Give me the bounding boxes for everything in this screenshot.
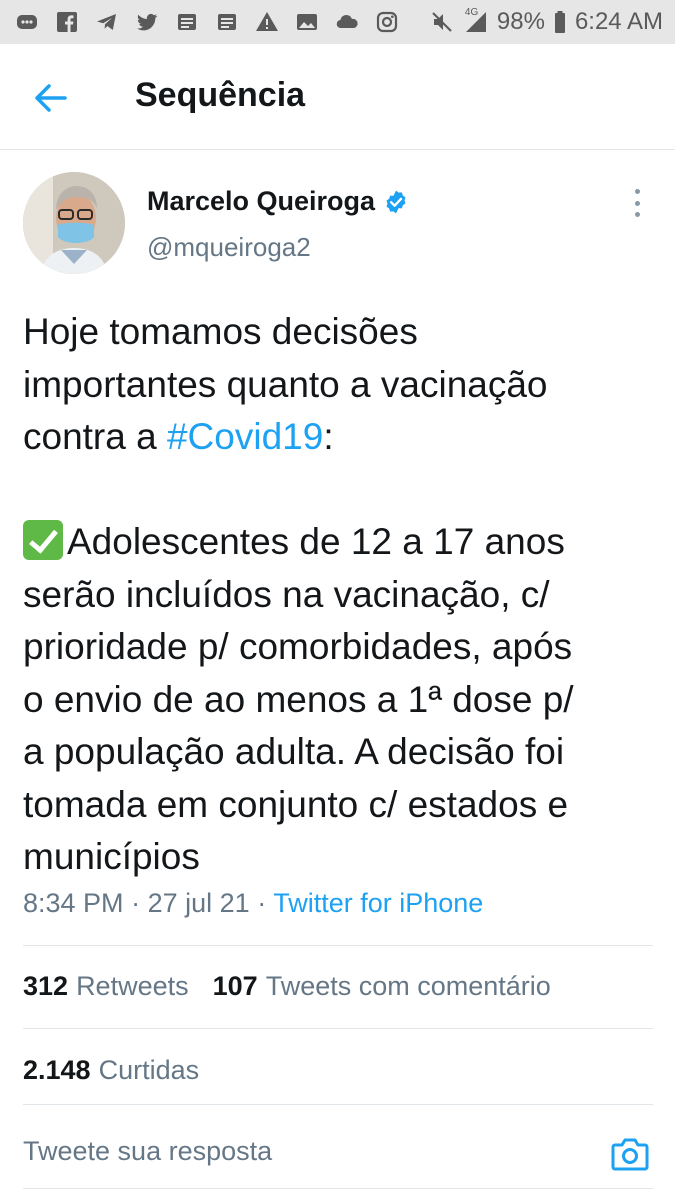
engagement-stats: 312 Retweets 107 Tweets com comentário: [23, 971, 551, 1002]
battery-icon: [553, 9, 567, 35]
thread-header: Sequência: [0, 44, 675, 150]
divider: [23, 945, 653, 946]
tweet-line: Hoje tomamos decisões: [23, 311, 418, 352]
more-dot: [634, 189, 640, 194]
page-title: Sequência: [135, 76, 306, 114]
more-dot: [634, 200, 640, 206]
tweet-text: Hoje tomamos decisões importantes quanto…: [23, 306, 653, 884]
quote-tweets-label: Tweets com comentário: [265, 971, 551, 1001]
twitter-icon: [134, 9, 160, 35]
meta-separator: ·: [131, 888, 141, 918]
image-icon: [294, 9, 320, 35]
camera-button[interactable]: [610, 1133, 650, 1173]
quote-tweets-count: 107: [212, 971, 258, 1001]
likes-label: Curtidas: [98, 1055, 200, 1085]
likes-stat[interactable]: 2.148 Curtidas: [23, 1055, 199, 1086]
check-mark-icon: [23, 520, 63, 560]
tweet-date: 27 jul 21: [147, 888, 250, 918]
tweet-text-segment: contra a: [23, 416, 167, 457]
back-arrow-icon: [35, 84, 67, 112]
reply-input[interactable]: Tweete sua resposta: [23, 1136, 272, 1167]
divider: [23, 1188, 653, 1189]
retweets-label: Retweets: [76, 971, 189, 1001]
divider: [23, 1028, 653, 1029]
author-name[interactable]: Marcelo Queiroga: [147, 186, 409, 217]
retweets-stat[interactable]: 312 Retweets: [23, 971, 189, 1002]
tweet-line: municípios: [23, 836, 200, 877]
more-dot: [634, 212, 640, 217]
divider: [23, 1104, 653, 1105]
avatar[interactable]: [23, 172, 125, 274]
quote-tweets-stat[interactable]: 107 Tweets com comentário: [213, 971, 551, 1002]
meta-separator: ·: [257, 888, 267, 918]
network-type: 4G: [464, 7, 479, 18]
message-icon: [14, 9, 40, 35]
news-icon: [174, 9, 200, 35]
tweet-line: a população adulta. A decisão foi: [23, 731, 565, 772]
avatar-image: [23, 172, 125, 274]
signal-icon: 4G: [463, 7, 489, 35]
tweet-line: prioridade p/ comorbidades, após: [23, 626, 573, 667]
likes-count: 2.148: [23, 1055, 91, 1085]
hashtag-link[interactable]: #Covid19: [167, 416, 323, 457]
warning-icon: [254, 9, 280, 35]
back-button[interactable]: [30, 80, 70, 116]
retweets-count: 312: [23, 971, 69, 1001]
tweet-line: contra a #Covid19:: [23, 411, 653, 464]
tweet-line: o envio de ao menos a 1ª dose p/: [23, 678, 574, 720]
status-bar-system: 4G 98% 6:24 AM: [429, 7, 663, 36]
tweet-text-segment: Adolescentes de 12 a 17 anos: [67, 521, 565, 562]
status-bar-notifications: [14, 9, 400, 35]
author-name-text: Marcelo Queiroga: [147, 186, 376, 216]
facebook-icon: [54, 9, 80, 35]
clock: 6:24 AM: [574, 8, 663, 35]
tweet-time: 8:34 PM: [23, 888, 124, 918]
cloud-icon: [334, 9, 360, 35]
instagram-icon: [374, 9, 400, 35]
tweet-text-segment: :: [323, 416, 334, 457]
telegram-icon: [94, 9, 120, 35]
verified-badge-icon: [386, 190, 406, 213]
mute-icon: [429, 9, 455, 35]
tweet-blank-line: [23, 464, 653, 517]
tweet-source-link[interactable]: Twitter for iPhone: [273, 888, 483, 918]
tweet-line: Adolescentes de 12 a 17 anos: [23, 516, 653, 569]
status-bar: 4G 98% 6:24 AM: [0, 0, 675, 44]
more-options-button[interactable]: [622, 186, 652, 220]
news-icon: [214, 9, 240, 35]
author-handle[interactable]: @mqueiroga2: [147, 232, 311, 263]
battery-percent: 98%: [496, 8, 545, 35]
tweet-line: serão incluídos na vacinação, c/: [23, 573, 550, 615]
tweet-line: tomada em conjunto c/ estados e: [23, 783, 569, 825]
camera-icon: [611, 1138, 649, 1171]
tweet-line: importantes quanto a vacinação: [23, 363, 548, 405]
tweet-meta: 8:34 PM · 27 jul 21 · Twitter for iPhone: [23, 888, 483, 919]
